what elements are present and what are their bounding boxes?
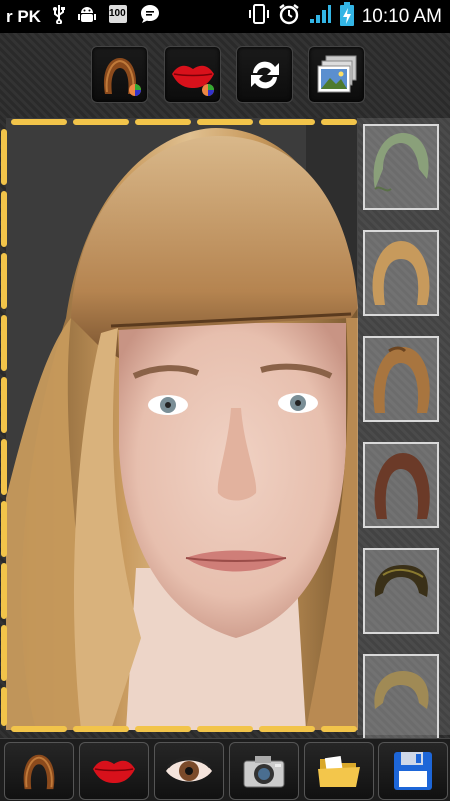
top-toolbar — [0, 46, 450, 103]
clock-time: 10:10 AM — [361, 5, 442, 27]
vibrate-icon — [248, 3, 270, 30]
battery-100-icon: 100 — [107, 3, 129, 30]
eye-icon — [166, 756, 212, 782]
lips-color-button[interactable] — [164, 46, 221, 103]
hair-style-5-icon — [374, 565, 428, 597]
folder-icon — [318, 755, 360, 787]
android-debug-icon — [77, 4, 97, 29]
hair-style-panel — [357, 118, 450, 740]
gallery-photos-icon — [317, 55, 356, 92]
hair-style-4-icon — [374, 453, 430, 519]
status-bar: r PK 100 10:10 AM — [0, 0, 450, 33]
lips-icon — [93, 760, 135, 783]
hair-style-3-icon — [373, 346, 430, 413]
battery-100-text: 100 — [108, 8, 126, 19]
hair-style-6-icon — [374, 671, 429, 709]
hair-style-1-thumb[interactable] — [363, 124, 439, 210]
hair-color-button[interactable] — [91, 46, 148, 103]
chat-icon — [139, 3, 161, 30]
lips-tool-button[interactable] — [79, 742, 149, 800]
gallery-button[interactable] — [308, 46, 365, 103]
camera-icon — [243, 756, 285, 788]
refresh-arrows-icon — [250, 61, 279, 88]
battery-charging-icon — [339, 2, 354, 31]
photo-canvas[interactable] — [6, 118, 358, 730]
hair-style-2-icon — [372, 241, 430, 305]
signal-icon — [308, 3, 332, 30]
hair-style-3-thumb[interactable] — [363, 336, 439, 422]
hair-style-5-thumb[interactable] — [363, 548, 439, 634]
carrier-label: r PK — [6, 6, 41, 26]
hair-color-icon — [103, 57, 141, 96]
flip-rotate-button[interactable] — [236, 46, 293, 103]
bottom-toolbar — [0, 738, 450, 801]
hair-style-6-thumb[interactable] — [363, 654, 439, 740]
eyes-tool-button[interactable] — [154, 742, 224, 800]
camera-button[interactable] — [229, 742, 299, 800]
hair-style-4-thumb[interactable] — [363, 442, 439, 528]
hair-style-2-thumb[interactable] — [363, 230, 439, 316]
floppy-disk-icon — [394, 752, 432, 790]
hair-tool-button[interactable] — [4, 742, 74, 800]
alarm-icon — [278, 3, 300, 30]
hair-icon — [23, 754, 55, 790]
lips-color-icon — [171, 65, 214, 96]
hair-style-1-icon — [373, 133, 429, 192]
open-folder-button[interactable] — [304, 742, 374, 800]
edited-photo — [6, 118, 358, 730]
save-button[interactable] — [378, 742, 448, 800]
usb-icon — [51, 4, 67, 29]
